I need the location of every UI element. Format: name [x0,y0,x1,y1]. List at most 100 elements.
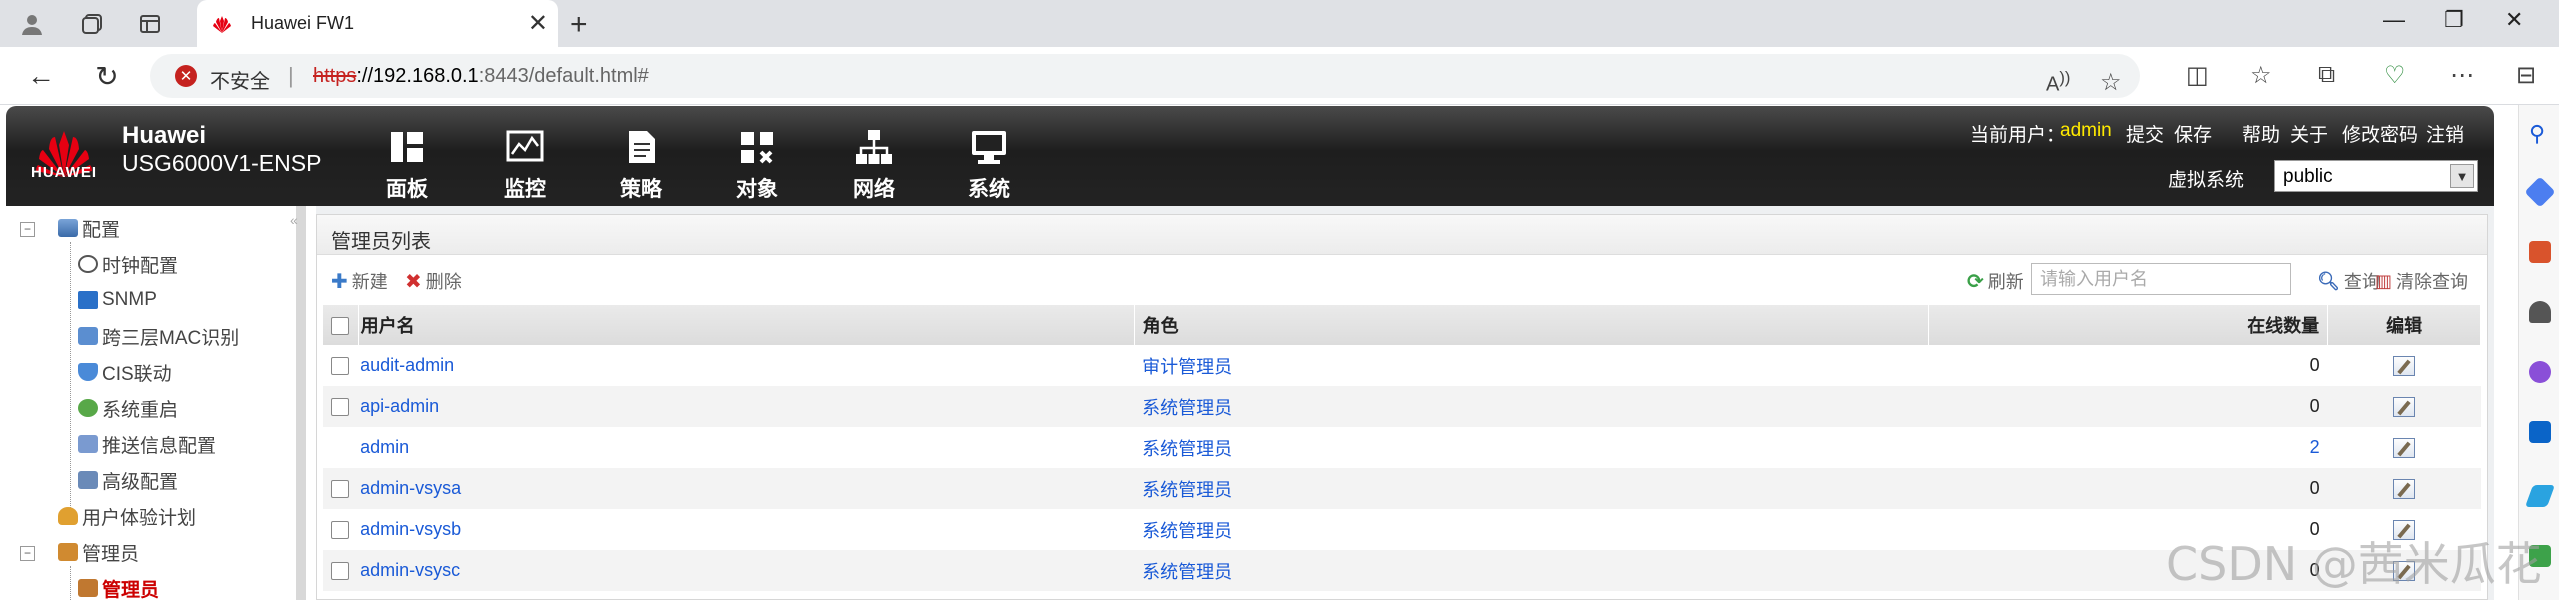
url-text: https://192.168.0.1:8443/default.html# [313,65,649,87]
online-count-link[interactable]: 2 [2310,437,2320,457]
copilot-icon[interactable]: ⊟ [2516,61,2536,90]
row-checkbox[interactable] [331,562,349,581]
tree-snmp[interactable]: SNMP [78,285,157,315]
nav-monitor[interactable]: 监控 [490,128,560,203]
submit-link[interactable]: 提交 [2126,120,2164,147]
browser-essentials-icon[interactable]: ♡ [2384,61,2406,90]
telegram-icon[interactable] [2524,485,2556,507]
close-window-icon[interactable]: ✕ [2505,7,2523,33]
about-link[interactable]: 关于 [2290,120,2328,147]
edit-icon[interactable] [2393,397,2416,418]
header-role[interactable]: 角色 [1134,305,1929,345]
tree-l3-mac[interactable]: 跨三层MAC识别 [78,321,239,351]
role-link[interactable]: 系统管理员 [1142,562,1232,582]
table-row: audit-admin 审计管理员 0 [323,345,2481,386]
table-header-row: 用户名 角色 在线数量 编辑 [323,305,2481,345]
header-username[interactable]: 用户名 [358,305,1135,345]
nav-dashboard[interactable]: 面板 [372,128,442,203]
minimize-icon[interactable]: — [2383,7,2405,33]
new-tab-icon[interactable]: + [570,8,588,42]
collections-icon[interactable]: ⧉ [2318,61,2335,89]
edit-icon[interactable] [2393,356,2416,377]
tree-admin-group[interactable]: 管理员 [58,537,139,567]
tree-cis[interactable]: CIS联动 [78,357,172,387]
header-online[interactable]: 在线数量 [1928,305,2329,345]
row-checkbox[interactable] [331,521,349,540]
delete-button[interactable]: ✖ 删除 [405,268,462,294]
tree-config[interactable]: 配置 [58,213,120,243]
logo-text: HUAWEI [31,164,97,181]
shopping-tag-icon[interactable] [2524,176,2556,208]
reload-icon[interactable]: ↻ [90,59,124,93]
tree-ux-plan[interactable]: 用户体验计划 [58,501,196,531]
role-link[interactable]: 系统管理员 [1142,439,1232,459]
collapse-config-icon[interactable]: − [20,222,35,237]
copilot-app-icon[interactable] [2529,361,2551,383]
tree-clock-config[interactable]: 时钟配置 [78,249,178,279]
favorite-star-icon[interactable]: ☆ [2100,68,2122,97]
nav-object[interactable]: 对象 [722,128,792,203]
edit-icon[interactable] [2393,438,2416,459]
select-all-checkbox[interactable] [331,316,349,335]
read-aloud-icon[interactable]: A)) [2046,68,2070,97]
username-link[interactable]: admin-vsysa [360,478,461,498]
username-link[interactable]: admin [360,437,409,457]
workspaces-icon[interactable] [76,8,108,40]
chevron-down-icon[interactable]: ▼ [2450,164,2474,188]
username-search-input[interactable] [2031,263,2291,295]
active-tab[interactable]: Huawei FW1 ✕ [197,0,558,47]
collapse-sidebar-icon[interactable]: « [290,212,298,228]
nav-network[interactable]: 网络 [839,128,909,203]
search-icon[interactable]: ⚲ [2529,121,2551,146]
table-row: admin-vsysa 系统管理员 0 [323,468,2481,509]
tree-admin[interactable]: 管理员 [78,573,159,603]
row-checkbox[interactable] [331,398,349,417]
help-link[interactable]: 帮助 [2242,120,2280,147]
refresh-button[interactable]: ⟳ 刷新 [1967,268,2024,294]
url-field[interactable]: ✕ 不安全 | https://192.168.0.1:8443/default… [150,54,2140,98]
tree-push-config[interactable]: 推送信息配置 [78,429,216,459]
logout-link[interactable]: 注销 [2426,120,2464,147]
username-link[interactable]: admin-vsysb [360,519,461,539]
restore-icon[interactable]: ❐ [2444,7,2464,33]
username-link[interactable]: audit-admin [360,355,454,375]
panel-title: 管理员列表 [317,215,2487,255]
nav-system[interactable]: 系统 [954,128,1024,203]
tab-close-icon[interactable]: ✕ [528,9,548,38]
username-link[interactable]: api-admin [360,396,439,416]
role-link[interactable]: 审计管理员 [1142,357,1232,377]
games-icon[interactable] [2529,301,2551,323]
vertical-tabs-icon[interactable] [134,8,166,40]
tools-icon[interactable] [2529,241,2551,263]
current-user: admin [2060,120,2112,141]
table-row: admin-vsysb 系统管理员 0 [323,509,2481,550]
tree-advanced-config[interactable]: 高级配置 [78,465,178,495]
username-link[interactable]: admin-vsysc [360,560,460,580]
role-link[interactable]: 系统管理员 [1142,480,1232,500]
profile-icon[interactable] [16,8,48,40]
tree-restart[interactable]: 系统重启 [78,393,178,423]
toolbar: ✚ 新建 ✖ 删除 ⟳ 刷新 🔍︎ 查询 ▥ 清除查询 [317,256,2487,300]
outlook-icon[interactable] [2529,421,2551,443]
role-link[interactable]: 系统管理员 [1142,398,1232,418]
row-checkbox[interactable] [331,357,349,376]
vsys-select[interactable]: public ▼ [2274,160,2478,192]
huawei-logo-icon[interactable] [28,116,100,194]
vsys-label: 虚拟系统 [2168,170,2245,191]
save-link[interactable]: 保存 [2174,120,2212,147]
edit-icon[interactable] [2393,479,2416,500]
clear-query-button[interactable]: ▥ 清除查询 [2375,268,2468,294]
split-screen-icon[interactable]: ◫ [2186,61,2209,90]
back-icon[interactable]: ← [24,59,58,93]
row-checkbox[interactable] [331,480,349,499]
nav-policy[interactable]: 策略 [606,128,676,203]
role-link[interactable]: 系统管理员 [1142,521,1232,541]
more-options-icon[interactable]: ⋯ [2450,61,2474,90]
new-button[interactable]: ✚ 新建 [331,268,388,294]
favorites-icon[interactable]: ☆ [2250,61,2272,90]
system-icon [972,131,1006,164]
clock-icon [78,255,98,273]
collapse-admin-icon[interactable]: − [20,546,35,561]
change-password-link[interactable]: 修改密码 [2342,120,2418,147]
query-button[interactable]: 🔍︎ 查询 [2317,268,2380,294]
